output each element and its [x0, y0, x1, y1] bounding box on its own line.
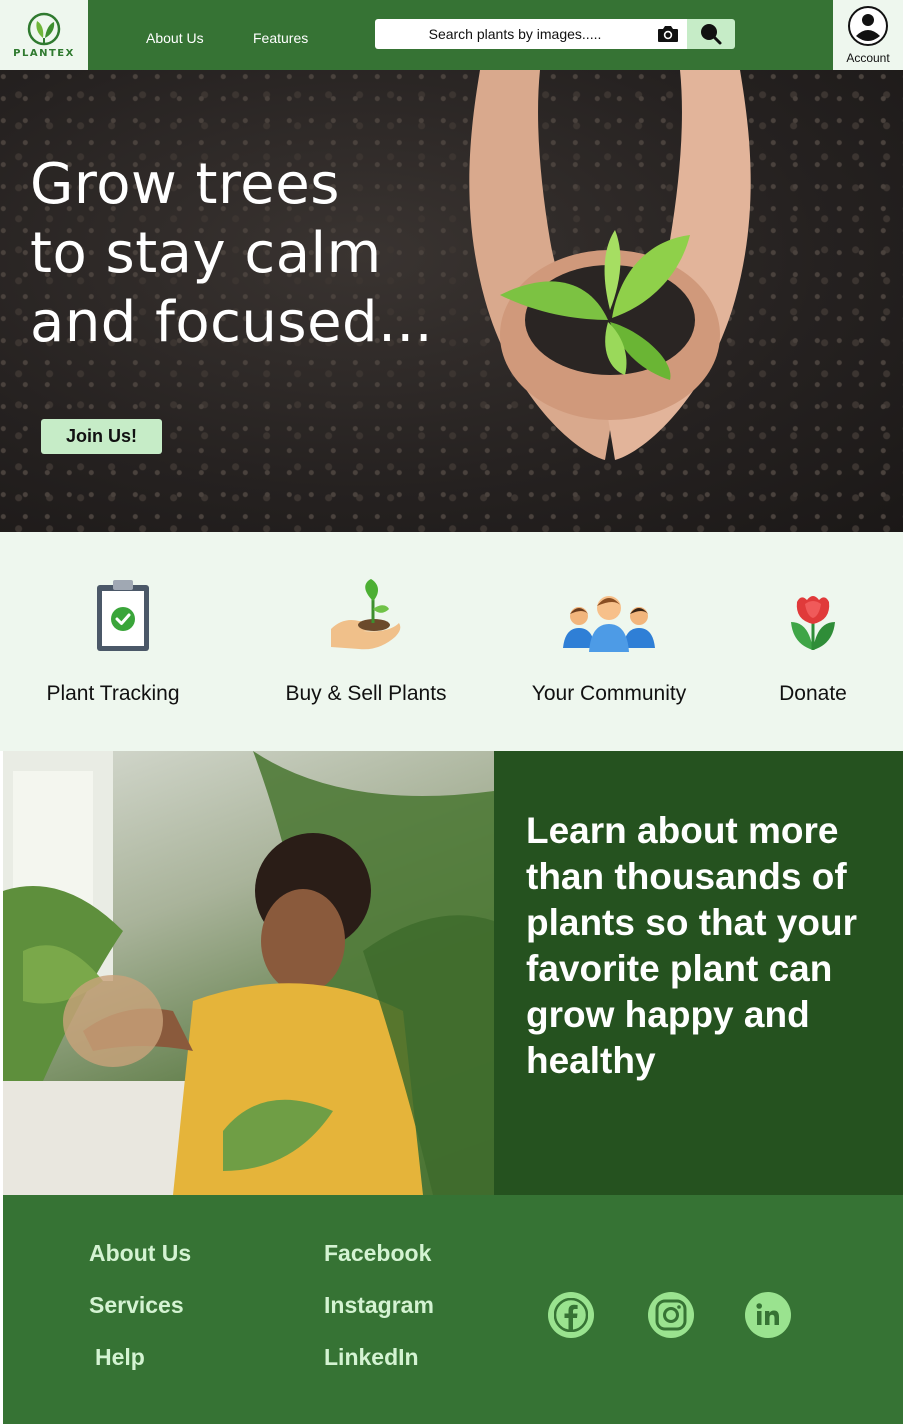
features-section: Plant Tracking Buy & Sell Plants Your Co… [0, 532, 903, 751]
hero-title-line: Grow trees [30, 152, 340, 217]
clipboard-check-icon [97, 580, 149, 651]
woman-watering-plants-illustration [3, 751, 494, 1195]
footer-link-instagram[interactable]: Instagram [324, 1292, 434, 1319]
footer: About Us Services Help Facebook Instagra… [3, 1195, 903, 1424]
brand-logo[interactable]: PLANTEX [0, 0, 88, 70]
flower-icon [791, 596, 835, 650]
user-avatar-icon [848, 6, 888, 46]
footer-link-help[interactable]: Help [95, 1344, 145, 1371]
feature-label: Plant Tracking [46, 682, 180, 705]
instagram-button[interactable] [648, 1292, 694, 1338]
nav-about-us[interactable]: About Us [146, 30, 204, 46]
footer-link-services[interactable]: Services [89, 1292, 184, 1319]
feature-buy-sell-plants[interactable]: Buy & Sell Plants [266, 532, 466, 751]
account-button[interactable]: Account [833, 0, 903, 70]
search-input[interactable] [375, 19, 655, 49]
linkedin-icon [756, 1303, 779, 1325]
hero-section: Grow trees to stay calm and focused... J… [0, 70, 903, 532]
footer-link-linkedin[interactable]: LinkedIn [324, 1344, 419, 1371]
feature-label: Buy & Sell Plants [285, 682, 447, 705]
feature-label: Donate [779, 682, 847, 705]
brand-name: PLANTEX [13, 47, 75, 59]
search-bar [375, 19, 687, 49]
hero-title-line: and focused... [30, 290, 433, 355]
join-us-button[interactable]: Join Us! [41, 419, 162, 454]
feature-donate[interactable]: Donate [733, 532, 893, 751]
feature-plant-tracking[interactable]: Plant Tracking [13, 532, 213, 751]
hands-seedling-image [469, 70, 751, 460]
people-group-icon [563, 596, 655, 652]
hero-title-line: to stay calm [30, 221, 382, 286]
camera-icon[interactable] [657, 25, 679, 43]
learn-section: Learn about more than thousands of plant… [3, 751, 903, 1195]
hero-title: Grow trees to stay calm and focused... [30, 150, 470, 357]
facebook-icon [554, 1298, 588, 1332]
footer-link-facebook[interactable]: Facebook [324, 1240, 431, 1267]
hand-sprout-icon [331, 579, 401, 650]
top-navbar: PLANTEX About Us Features Accoun [0, 0, 903, 70]
footer-link-about-us[interactable]: About Us [89, 1240, 191, 1267]
feature-your-community[interactable]: Your Community [509, 532, 709, 751]
account-label: Account [846, 51, 890, 65]
page: PLANTEX About Us Features Accoun [0, 0, 903, 1424]
learn-heading: Learn about more than thousands of plant… [526, 810, 857, 1081]
nav-features[interactable]: Features [253, 30, 308, 46]
linkedin-button[interactable] [745, 1292, 791, 1338]
leaf-logo-icon [27, 12, 61, 45]
feature-label: Your Community [531, 682, 687, 705]
search-icon [701, 24, 722, 45]
search-button[interactable] [687, 19, 735, 49]
instagram-icon [655, 1299, 687, 1331]
facebook-button[interactable] [548, 1292, 594, 1338]
woman-watering-plants-image [3, 751, 494, 1195]
